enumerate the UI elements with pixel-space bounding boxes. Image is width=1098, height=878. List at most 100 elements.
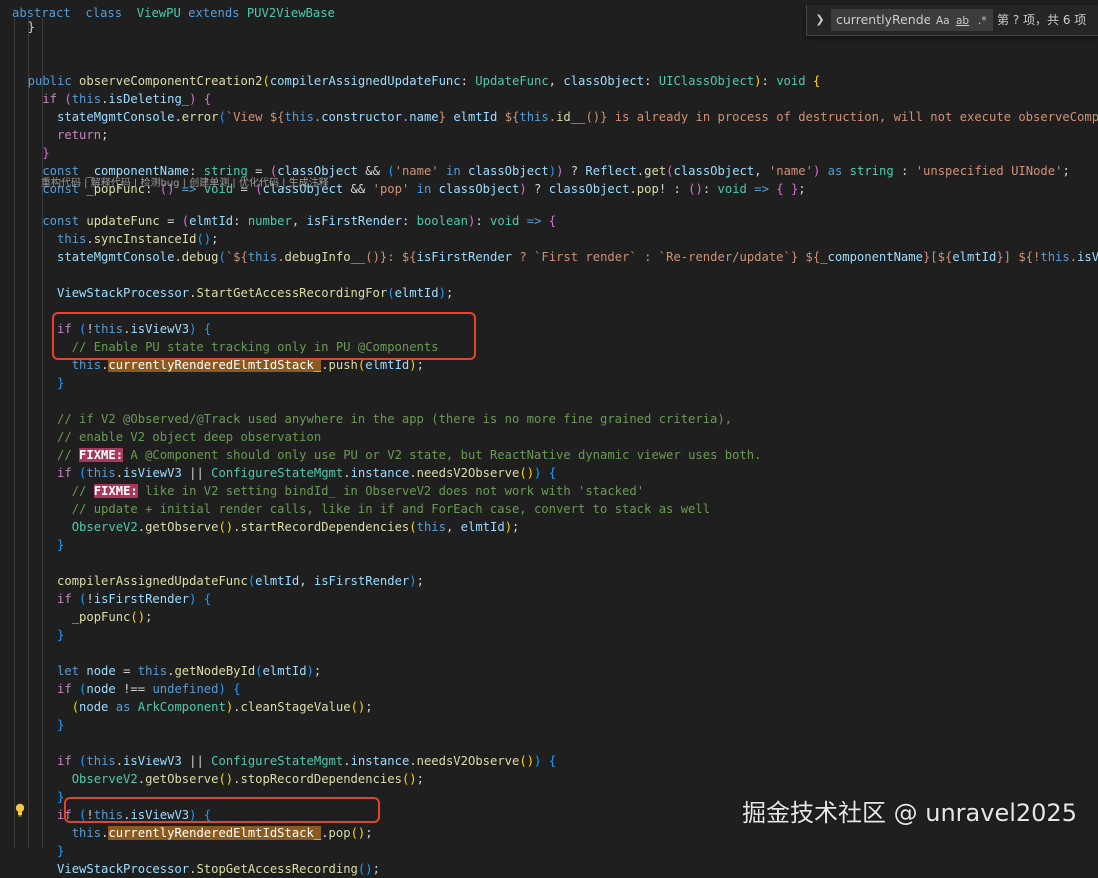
code-token: . xyxy=(115,754,124,768)
code-token: () xyxy=(130,610,146,624)
find-input[interactable]: currentlyRende Aa ab .* xyxy=(831,9,993,31)
code-line[interactable]: if (this.isViewV3 || ConfigureStateMgmt.… xyxy=(13,752,556,770)
code-token: number xyxy=(247,214,292,228)
code-token: ( xyxy=(181,214,190,228)
code-token: classObject xyxy=(277,164,358,178)
code-line[interactable]: } xyxy=(13,626,64,644)
code-editor[interactable]: abstract class ViewPU extends PUV2ViewBa… xyxy=(0,0,1098,876)
code-token: // enable V2 object deep observation xyxy=(13,430,322,444)
code-token: } xyxy=(13,20,36,34)
code-token: ( xyxy=(218,250,226,264)
code-token: ObserveV2 xyxy=(13,520,138,534)
match-case-toggle[interactable]: Aa xyxy=(936,13,950,29)
code-token: classObject xyxy=(438,182,520,196)
whole-word-toggle[interactable]: ab xyxy=(956,13,969,29)
code-token: : xyxy=(401,214,417,228)
code-line[interactable]: // update + initial render calls, like i… xyxy=(13,500,710,518)
code-token: } xyxy=(13,718,65,732)
regex-toggle[interactable]: .* xyxy=(978,13,987,29)
code-line[interactable]: if (node !== undefined) { xyxy=(13,680,241,698)
code-line[interactable]: return; xyxy=(13,126,108,144)
code-line[interactable]: // FIXME: A @Component should only use P… xyxy=(13,446,761,464)
code-token: : xyxy=(636,250,659,264)
code-line[interactable]: this.currentlyRenderedElmtIdStack_.pop()… xyxy=(13,824,373,842)
code-token: getObserve xyxy=(145,520,219,534)
code-line[interactable]: if (!isFirstRender) { xyxy=(13,590,211,608)
chevron-right-icon[interactable]: ❯ xyxy=(813,12,827,28)
search-match-highlight: currentlyRenderedElmtIdStack_ xyxy=(108,826,322,840)
code-token: ! : xyxy=(658,182,689,196)
code-token: instance xyxy=(350,754,410,768)
code-line[interactable]: _popFunc(); xyxy=(13,608,153,626)
code-line[interactable]: if (this.isViewV3 || ConfigureStateMgmt.… xyxy=(13,464,556,482)
code-token: // xyxy=(13,448,80,462)
code-token: . xyxy=(233,772,241,786)
code-token: () xyxy=(688,182,703,196)
code-line[interactable]: // FIXME: like in V2 setting bindId_ in … xyxy=(13,482,644,500)
code-line[interactable]: // enable V2 object deep observation xyxy=(13,428,321,446)
code-token: getObserve xyxy=(145,772,219,786)
code-token: node xyxy=(86,664,116,678)
code-line[interactable]: public observeComponentCreation2(compile… xyxy=(13,72,821,90)
code-token: } xyxy=(13,628,65,642)
code-line[interactable]: if (this.isDeleting_) { xyxy=(13,90,211,108)
code-line[interactable]: stateMgmtConsole.error(`View ${this.cons… xyxy=(13,108,1098,126)
code-line[interactable]: ViewStackProcessor.StopGetAccessRecordin… xyxy=(13,860,380,878)
code-token: classObject xyxy=(468,164,549,178)
code-line[interactable]: } xyxy=(13,18,35,36)
code-line[interactable]: // if V2 @Observed/@Track used anywhere … xyxy=(13,410,732,428)
code-line[interactable]: compilerAssignedUpdateFunc(elmtId, isFir… xyxy=(13,572,424,590)
code-token: . xyxy=(137,772,146,786)
lightbulb-icon[interactable] xyxy=(14,803,26,817)
find-widget: ❯ currentlyRende Aa ab .* 第 ? 项，共 6 项 xyxy=(806,5,1098,36)
code-token: } xyxy=(438,110,454,124)
code-token: ( xyxy=(387,164,395,178)
code-line[interactable]: const updateFunc = (elmtId: number, isFi… xyxy=(13,212,556,230)
code-token: , xyxy=(754,164,769,178)
code-token: cleanStageValue xyxy=(240,700,351,714)
code-line[interactable]: ObserveV2.getObserve().startRecordDepend… xyxy=(13,518,520,536)
code-token: , xyxy=(548,74,564,88)
code-token: : xyxy=(893,164,916,178)
code-token: = xyxy=(247,164,270,178)
code-token: 'name' xyxy=(394,164,439,178)
code-token: !== xyxy=(115,682,153,696)
find-result-count: 第 ? 项，共 6 项 xyxy=(997,13,1087,27)
code-token: elmtId xyxy=(952,250,997,264)
code-token: . xyxy=(174,250,182,264)
code-token: as xyxy=(820,164,850,178)
code-token: like in V2 setting bindId_ in ObserveV2 … xyxy=(137,484,645,498)
code-line[interactable]: ViewStackProcessor.StartGetAccessRecordi… xyxy=(13,284,453,302)
code-line[interactable]: } xyxy=(13,374,64,392)
codelens-ai-actions[interactable]: 重构代码 | 解释代码 | 检测bug | 创建单测 | 优化代码 | 生成注释 xyxy=(41,177,329,191)
code-token: void xyxy=(490,214,520,228)
code-line[interactable]: (node as ArkComponent).cleanStageValue()… xyxy=(13,698,373,716)
search-match-highlight: currentlyRenderedElmtIdStack_ xyxy=(108,358,322,372)
code-token: , xyxy=(291,214,307,228)
code-token: A @Component should only use PU or V2 st… xyxy=(123,448,762,462)
code-line[interactable]: let node = this.getNodeById(elmtId); xyxy=(13,662,321,680)
code-token: elmtId xyxy=(255,574,300,588)
code-line[interactable]: } xyxy=(13,144,49,162)
code-token: compilerAssignedUpdateFunc xyxy=(13,574,248,588)
code-line[interactable]: ObserveV2.getObserve().stopRecordDepende… xyxy=(13,770,424,788)
code-line[interactable]: } xyxy=(13,842,64,860)
code-token: () xyxy=(218,520,234,534)
code-line[interactable]: stateMgmtConsole.debug(`${this.debugInfo… xyxy=(13,248,1098,266)
code-token: ; xyxy=(1062,164,1070,178)
code-token: this xyxy=(71,92,102,106)
code-token: this xyxy=(86,754,116,768)
code-line[interactable]: } xyxy=(13,716,64,734)
code-token: ConfigureStateMgmt xyxy=(211,466,344,480)
code-token: if xyxy=(13,754,80,768)
code-token: => xyxy=(746,182,777,196)
code-line[interactable]: this.syncInstanceId(); xyxy=(13,230,218,248)
code-token: UpdateFunc xyxy=(475,74,549,88)
code-token: StopGetAccessRecording xyxy=(196,862,358,876)
code-line[interactable]: } xyxy=(13,536,64,554)
code-token: { xyxy=(548,466,557,480)
code-token: ) xyxy=(409,574,417,588)
code-token: ) xyxy=(548,164,557,178)
code-token: syncInstanceId xyxy=(93,232,197,246)
code-line[interactable]: abstract class ViewPU extends PUV2ViewBa… xyxy=(12,4,335,22)
